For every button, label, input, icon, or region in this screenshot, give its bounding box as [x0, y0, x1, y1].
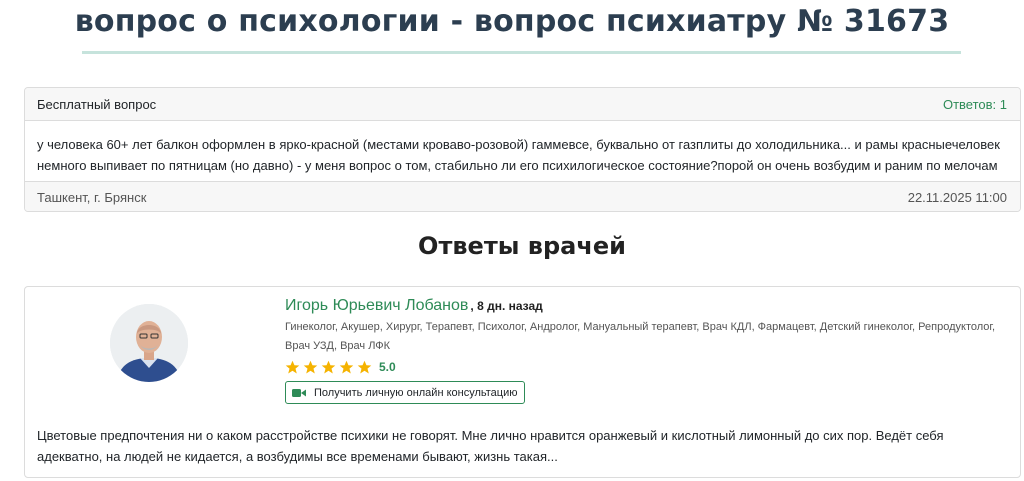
- question-datetime: 22.11.2025 11:00: [907, 189, 1007, 205]
- question-card: Бесплатный вопрос Ответов: 1 у человека …: [24, 87, 1021, 212]
- star-icon: [321, 360, 336, 373]
- doctor-info: Игорь Юрьевич Лобанов , 8 дн. назад Гине…: [285, 297, 1015, 404]
- star-icon: [357, 360, 372, 373]
- star-icon: [285, 360, 300, 373]
- doctor-specialties: Гинеколог, Акушер, Хирург, Терапевт, Пси…: [285, 321, 996, 352]
- answer-time-ago: , 8 дн. назад: [470, 299, 543, 313]
- doctor-rating: 5.0: [285, 356, 1015, 378]
- doctor-avatar[interactable]: [110, 304, 188, 382]
- consultation-button[interactable]: Получить личную онлайн консультацию: [285, 381, 526, 404]
- title-underline: [82, 51, 961, 54]
- answers-heading: Ответы врачей: [418, 232, 626, 260]
- rating-value: 5.0: [379, 360, 396, 374]
- question-text: у человека 60+ лет балкон оформлен в ярк…: [37, 137, 1000, 173]
- question-type-label: Бесплатный вопрос: [37, 96, 157, 112]
- doctor-name-link[interactable]: Игорь Юрьевич Лобанов: [285, 297, 468, 315]
- answer-text: Цветовые предпочтения ни о каком расстро…: [37, 428, 944, 464]
- star-icon: [303, 360, 318, 373]
- question-header: Бесплатный вопрос Ответов: 1: [25, 88, 1020, 121]
- question-footer: Ташкент, г. Брянск 22.11.2025 11:00: [25, 181, 1020, 211]
- answer-card: Игорь Юрьевич Лобанов , 8 дн. назад Гине…: [24, 286, 1021, 478]
- page-title: вопрос о психологии - вопрос психиатру №…: [74, 4, 950, 39]
- consultation-button-label: Получить личную онлайн консультацию: [314, 386, 518, 399]
- doctor-photo: [110, 304, 188, 382]
- answers-count: Ответов: 1: [942, 96, 1007, 112]
- question-location: Ташкент, г. Брянск: [37, 189, 147, 205]
- star-icon: [339, 360, 354, 373]
- video-camera-icon: [292, 388, 306, 397]
